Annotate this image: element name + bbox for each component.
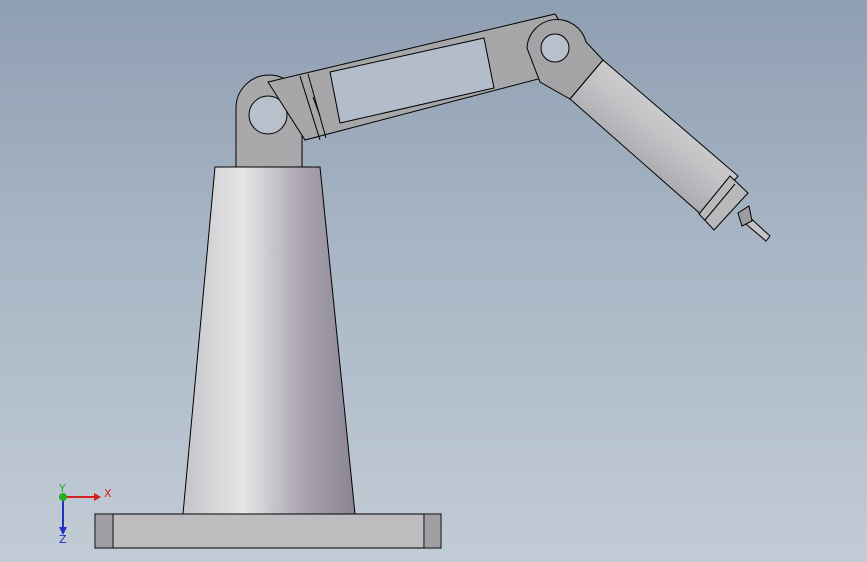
forearm-cylinder[interactable] xyxy=(569,59,749,231)
x-axis-label: X xyxy=(104,487,112,500)
y-axis-label: Y xyxy=(58,482,66,495)
tool-tip[interactable] xyxy=(737,205,771,242)
3d-viewport[interactable]: X Y Z xyxy=(0,0,867,562)
z-axis-label: Z xyxy=(59,533,67,546)
x-arrowhead-icon xyxy=(94,493,101,501)
robot-arm-model[interactable]: X Y Z xyxy=(0,0,867,562)
base-plate[interactable] xyxy=(94,513,442,549)
tower-column[interactable] xyxy=(182,166,356,515)
